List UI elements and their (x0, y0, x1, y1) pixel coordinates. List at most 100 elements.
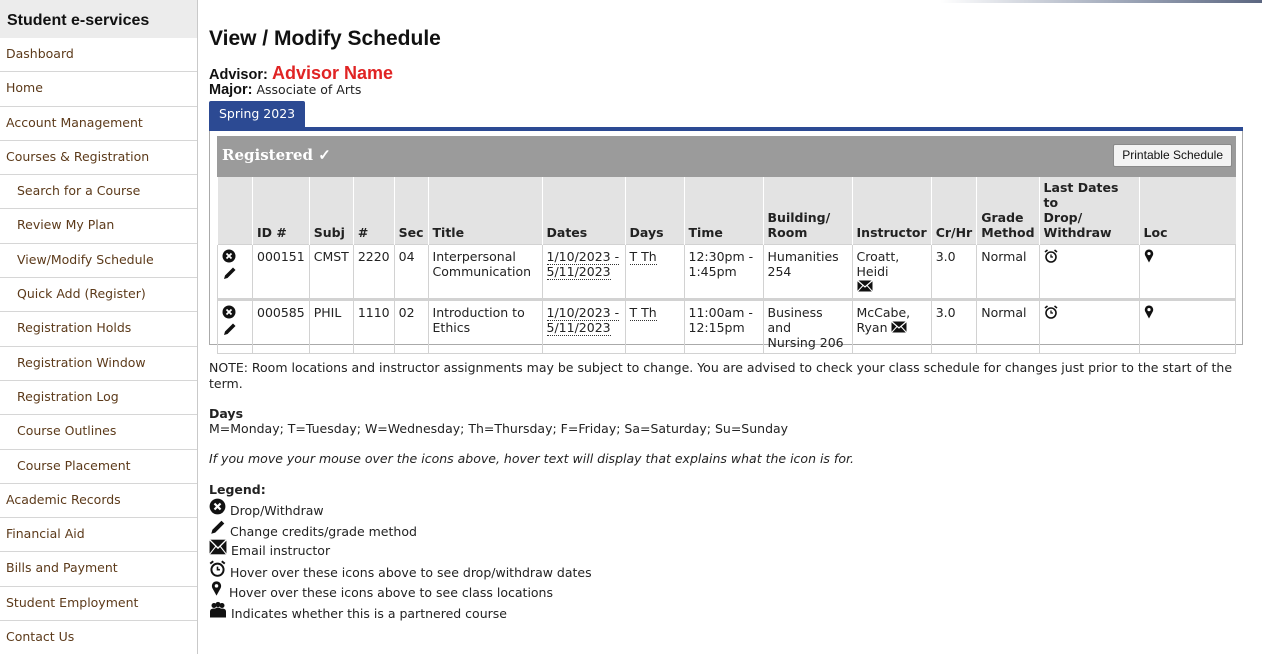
cell-num: 2220 (352, 244, 395, 300)
sidebar-item-view-modify-schedule[interactable]: View/Modify Schedule (0, 244, 197, 279)
schedule-panel: Registered ✓ Printable Schedule ID # Sub… (209, 131, 1243, 354)
header-loc: Loc (1138, 177, 1236, 245)
header-last-line2: Drop/ (1043, 210, 1083, 225)
header-subj: Subj (308, 177, 354, 245)
header-id: ID # (252, 177, 310, 245)
map-pin-icon[interactable] (1144, 249, 1154, 266)
sidebar-item-quick-add-register[interactable]: Quick Add (Register) (0, 278, 197, 313)
cell-dates: 1/10/2023 -5/11/2023 (541, 298, 626, 354)
header-room-line1: Building/ (767, 210, 831, 225)
sidebar-item-account-management[interactable]: Account Management (0, 107, 197, 141)
cell-last-dates (1038, 298, 1140, 354)
date-start: 1/10/2023 - (546, 249, 620, 265)
header-time: Time (683, 177, 764, 245)
sidebar-item-financial-aid[interactable]: Financial Aid (0, 518, 197, 553)
cell-loc (1138, 298, 1237, 354)
cell-loc (1138, 244, 1237, 300)
instructor-name: Croatt, Heidi (856, 249, 900, 279)
schedule-note: NOTE: Room locations and instructor assi… (209, 360, 1233, 391)
pencil-icon (209, 519, 226, 539)
cell-title: Introduction to Ethics (427, 298, 543, 354)
title-line2: Communication (432, 264, 532, 279)
table-header-row: ID # Subj # Sec Title Dates Days Time Bu… (217, 177, 1236, 245)
major-label: Major: (209, 82, 253, 98)
legend-heading: Legend: (209, 482, 266, 497)
cell-grade: Normal (976, 298, 1040, 354)
sidebar-item-dashboard[interactable]: Dashboard (0, 38, 197, 73)
time-line1: 11:00am - (688, 305, 753, 320)
table-row: 000585 PHIL 1110 02 Introduction to Ethic… (217, 298, 1237, 354)
sidebar-item-course-placement[interactable]: Course Placement (0, 450, 197, 484)
cell-room: Humanities 254 (762, 244, 853, 300)
legend-item-email: Email instructor (209, 539, 330, 558)
date-end: 5/11/2023 (546, 320, 611, 336)
hover-hint-text: If you move your mouse over the icons ab… (209, 451, 854, 466)
advisor-label: Advisor: (209, 67, 268, 83)
sidebar-item-courses-registration[interactable]: Courses & Registration (0, 141, 197, 176)
header-room-line2: Room (767, 225, 808, 240)
sidebar-item-student-employment[interactable]: Student Employment (0, 587, 197, 622)
cell-crhr: 3.0 (930, 298, 978, 354)
instructor-name: McCabe, (856, 305, 911, 320)
pencil-icon[interactable] (222, 322, 237, 340)
header-instructor: Instructor (851, 177, 932, 245)
legend-item-pencil: Change credits/grade method (209, 519, 417, 539)
days-legend-text: M=Monday; T=Tuesday; W=Wednesday; Th=Thu… (209, 421, 789, 436)
pencil-icon[interactable] (222, 266, 237, 284)
people-icon (209, 601, 227, 621)
schedule-table: ID # Subj # Sec Title Dates Days Time Bu… (217, 177, 1237, 354)
cell-title: Interpersonal Communication (427, 244, 543, 300)
cell-last-dates (1038, 244, 1140, 300)
room-line1: Business and (767, 305, 823, 335)
cell-subj: PHIL (308, 298, 354, 354)
title-line1: Introduction to (432, 305, 525, 320)
alarm-clock-icon (209, 560, 226, 580)
cell-sec: 02 (393, 298, 429, 354)
room-line2: Nursing 206 (767, 335, 844, 350)
sidebar-item-registration-log[interactable]: Registration Log (0, 381, 197, 416)
room-line1: Humanities (767, 249, 839, 264)
tab-spring-2023[interactable]: Spring 2023 (209, 101, 305, 127)
cell-dates: 1/10/2023 -5/11/2023 (541, 244, 626, 300)
email-icon[interactable] (891, 321, 908, 336)
sidebar-item-search-for-a-course[interactable]: Search for a Course (0, 175, 197, 210)
header-crhr: Cr/Hr (930, 177, 977, 245)
legend-text: Hover over these icons above to see drop… (230, 565, 592, 580)
alarm-clock-icon[interactable] (1044, 305, 1058, 322)
title-line2: Ethics (432, 320, 471, 335)
header-grade-line1: Grade (981, 210, 1024, 225)
sidebar-item-contact-us[interactable]: Contact Us (0, 621, 197, 655)
sidebar-item-course-outlines[interactable]: Course Outlines (0, 415, 197, 450)
sidebar-item-review-my-plan[interactable]: Review My Plan (0, 209, 197, 244)
advisor-name: Advisor Name (271, 63, 394, 83)
sidebar-item-academic-records[interactable]: Academic Records (0, 484, 197, 519)
drop-icon[interactable] (222, 249, 236, 266)
sidebar-item-registration-holds[interactable]: Registration Holds (0, 312, 197, 347)
legend-item-alarm: Hover over these icons above to see drop… (209, 560, 592, 580)
room-line2: 254 (767, 264, 792, 279)
drop-icon[interactable] (222, 305, 236, 322)
legend-text: Email instructor (231, 543, 331, 558)
sidebar-item-registration-window[interactable]: Registration Window (0, 347, 197, 381)
sidebar-item-bills-and-payment[interactable]: Bills and Payment (0, 552, 197, 587)
registered-title: Registered ✓ (222, 146, 331, 164)
cell-instructor: Croatt, Heidi (851, 244, 932, 300)
email-icon[interactable] (856, 280, 873, 295)
cell-time: 12:30pm -1:45pm (683, 244, 764, 300)
time-line2: 12:15pm (688, 320, 745, 335)
header-grade-line2: Method (981, 225, 1035, 240)
alarm-clock-icon[interactable] (1044, 249, 1058, 266)
printable-schedule-button[interactable]: Printable Schedule (1113, 144, 1232, 167)
title-line1: Interpersonal (432, 249, 516, 264)
sidebar-item-home[interactable]: Home (0, 72, 197, 107)
registered-header-bar: Registered ✓ Printable Schedule (217, 136, 1236, 177)
drop-icon (209, 498, 226, 518)
instructor-name-line2: Ryan (856, 320, 888, 335)
row-actions (217, 298, 253, 354)
legend-text: Hover over these icons above to see clas… (229, 585, 553, 600)
legend-text: Change credits/grade method (230, 524, 417, 539)
map-pin-icon[interactable] (1144, 305, 1154, 322)
cell-crhr: 3.0 (930, 244, 978, 300)
major-line: Major: Associate of Arts (209, 82, 361, 98)
cell-id: 000151 (252, 244, 310, 300)
